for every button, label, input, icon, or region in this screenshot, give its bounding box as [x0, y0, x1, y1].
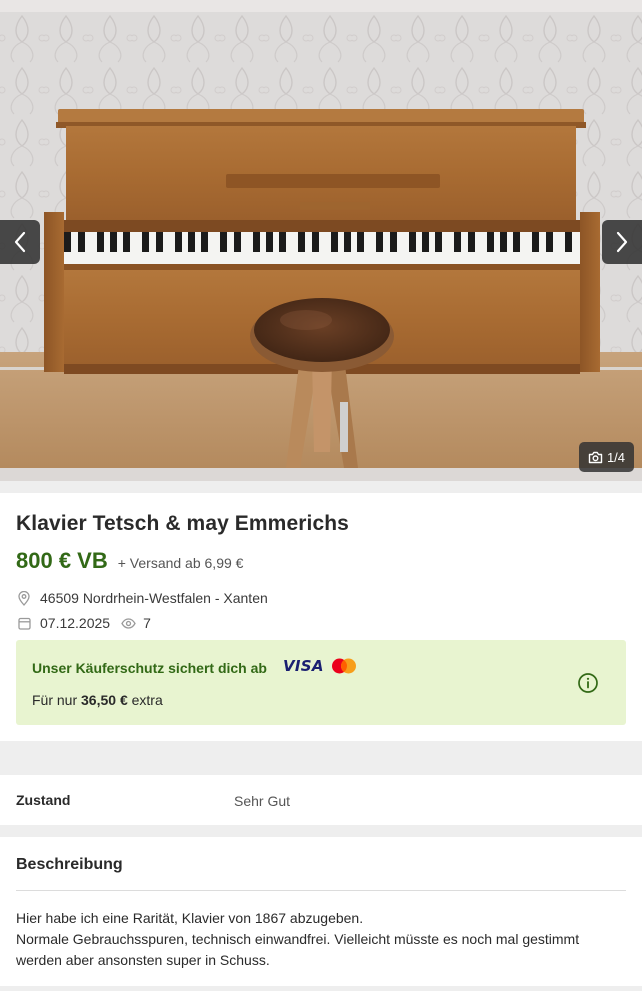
camera-icon	[588, 451, 603, 463]
price-row: 800 € VB + Versand ab 6,99 €	[16, 548, 243, 574]
calendar-icon	[16, 615, 32, 631]
details-card: Zustand Sehr Gut	[0, 775, 642, 825]
eye-icon	[120, 615, 136, 631]
payment-logos: VISA	[283, 657, 358, 675]
gallery-bottom-strip	[0, 468, 642, 481]
previous-image-button[interactable]	[0, 220, 40, 264]
condition-label: Zustand	[16, 792, 71, 808]
description-card: Beschreibung Hier habe ich eine Rarität,…	[0, 837, 642, 986]
image-gallery: 1/4	[0, 0, 642, 481]
location-pin-icon	[16, 590, 32, 606]
chevron-right-icon	[616, 231, 628, 253]
protection-prefix: Für nur	[32, 692, 78, 708]
description-line: Hier habe ich eine Rarität, Klavier von …	[16, 910, 364, 926]
image-counter[interactable]: 1/4	[579, 442, 634, 472]
gallery-top-strip	[0, 0, 642, 12]
buyer-protection-info-button[interactable]	[577, 672, 599, 694]
condition-value: Sehr Gut	[234, 793, 291, 809]
listing-summary-card: Klavier Tetsch & may Emmerichs 800 € VB …	[0, 493, 642, 741]
posting-date: 07.12.2025	[40, 615, 111, 631]
buyer-protection-banner: Unser Käuferschutz sichert dich ab VISA …	[16, 640, 626, 725]
piano-photo-illustration	[0, 12, 642, 468]
protection-suffix: extra	[131, 692, 163, 708]
shipping-cost: + Versand ab 6,99 €	[117, 555, 244, 571]
view-count: 7	[120, 615, 151, 631]
description-text: Hier habe ich eine Rarität, Klavier von …	[16, 908, 616, 971]
info-icon	[578, 673, 598, 693]
location-row[interactable]: 46509 Nordrhein-Westfalen - Xanten	[16, 590, 268, 606]
listing-price: 800 € VB	[16, 548, 108, 573]
location-text: 46509 Nordrhein-Westfalen - Xanten	[40, 590, 268, 606]
next-image-button[interactable]	[602, 220, 642, 264]
listing-photo[interactable]	[0, 12, 642, 468]
description-line: Normale Gebrauchsspuren, technisch einwa…	[16, 931, 580, 968]
chevron-left-icon	[14, 231, 26, 253]
image-counter-text: 1/4	[606, 449, 626, 465]
description-divider	[16, 890, 626, 891]
buyer-protection-price: Für nur 36,50 € extra	[32, 692, 163, 708]
visa-logo: VISA	[283, 657, 324, 675]
listing-title: Klavier Tetsch & may Emmerichs	[16, 512, 349, 535]
protection-amount: 36,50 €	[81, 692, 128, 708]
date-views-row: 07.12.2025 7	[16, 615, 151, 631]
mastercard-logo	[331, 658, 356, 674]
description-heading: Beschreibung	[16, 856, 123, 873]
buyer-protection-headline: Unser Käuferschutz sichert dich ab	[32, 660, 267, 676]
view-count-text: 7	[143, 615, 151, 631]
